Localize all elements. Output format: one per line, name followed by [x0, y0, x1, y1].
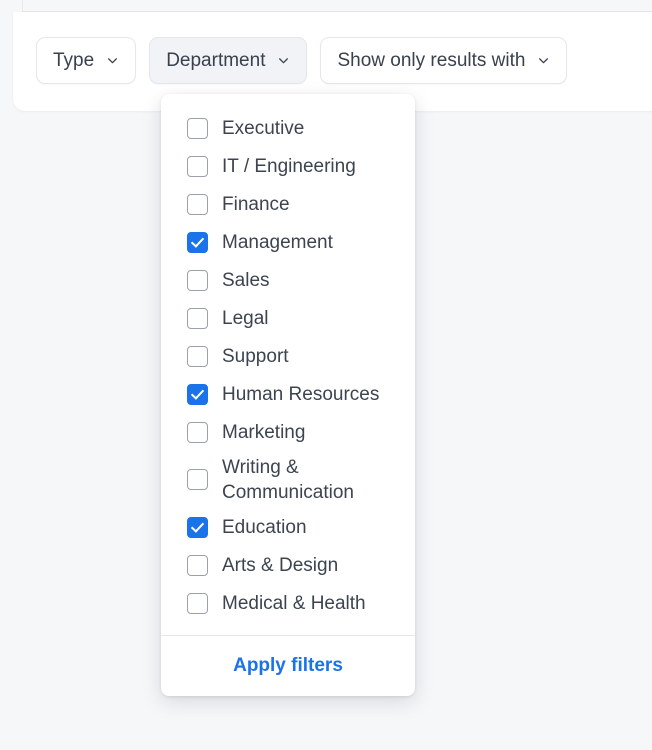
- department-option-label: Sales: [222, 269, 270, 291]
- department-option-item[interactable]: Finance: [161, 185, 415, 223]
- dropdown-footer: Apply filters: [161, 636, 415, 696]
- department-option-label: Medical & Health: [222, 592, 366, 614]
- checkbox-unchecked-icon[interactable]: [187, 554, 208, 576]
- checkbox-checked-icon[interactable]: [187, 516, 208, 538]
- department-option-item[interactable]: Human Resources: [161, 375, 415, 413]
- department-option-item[interactable]: Legal: [161, 299, 415, 337]
- filter-button-department[interactable]: Department: [149, 37, 308, 84]
- checkbox-unchecked-icon[interactable]: [187, 345, 208, 367]
- department-option-label: Arts & Design: [222, 554, 339, 576]
- department-option-item[interactable]: Medical & Health: [161, 584, 415, 622]
- department-option-item[interactable]: Arts & Design: [161, 546, 415, 584]
- department-option-label: Human Resources: [222, 383, 380, 405]
- department-option-label: Legal: [222, 307, 269, 329]
- checkbox-unchecked-icon[interactable]: [187, 269, 208, 291]
- department-option-label: Marketing: [222, 421, 306, 443]
- department-option-item[interactable]: IT / Engineering: [161, 147, 415, 185]
- department-option-label: Management: [222, 231, 333, 253]
- filter-toolbar: Type Department Show only results with: [36, 37, 568, 84]
- filter-button-label: Show only results with: [337, 50, 526, 71]
- checkbox-unchecked-icon[interactable]: [187, 155, 208, 177]
- checkbox-unchecked-icon[interactable]: [187, 592, 208, 614]
- department-option-list: Executive IT / Engineering Finance Manageme…: [161, 94, 415, 635]
- department-option-item[interactable]: Writing & Communication: [161, 451, 415, 508]
- department-option-item[interactable]: Sales: [161, 261, 415, 299]
- panel-edge-stub: [22, 0, 23, 11]
- chevron-down-icon: [106, 54, 119, 67]
- checkbox-unchecked-icon[interactable]: [187, 469, 208, 490]
- checkbox-checked-icon[interactable]: [187, 383, 208, 405]
- filter-button-label: Department: [166, 50, 266, 71]
- checkbox-checked-icon[interactable]: [187, 231, 208, 253]
- department-option-item[interactable]: Education: [161, 508, 415, 546]
- chevron-down-icon: [277, 54, 290, 67]
- filter-button-type[interactable]: Type: [36, 37, 137, 84]
- department-option-item[interactable]: Management: [161, 223, 415, 261]
- apply-filters-button[interactable]: Apply filters: [227, 654, 349, 678]
- checkbox-unchecked-icon[interactable]: [187, 421, 208, 443]
- filter-button-show-only-results-with[interactable]: Show only results with: [320, 37, 568, 84]
- checkbox-unchecked-icon[interactable]: [187, 117, 208, 139]
- checkbox-unchecked-icon[interactable]: [187, 193, 208, 215]
- department-option-label: IT / Engineering: [222, 155, 356, 177]
- filter-button-label: Type: [53, 50, 95, 71]
- department-option-label: Executive: [222, 117, 305, 139]
- department-option-label: Writing & Communication: [222, 456, 354, 503]
- department-option-item[interactable]: Support: [161, 337, 415, 375]
- department-option-item[interactable]: Marketing: [161, 413, 415, 451]
- department-filter-dropdown: Executive IT / Engineering Finance Manageme…: [161, 94, 415, 696]
- department-option-item[interactable]: Executive: [161, 109, 415, 147]
- department-option-label: Support: [222, 345, 289, 367]
- checkbox-unchecked-icon[interactable]: [187, 307, 208, 329]
- department-option-label: Finance: [222, 193, 290, 215]
- chevron-down-icon: [537, 54, 550, 67]
- department-option-label: Education: [222, 516, 307, 538]
